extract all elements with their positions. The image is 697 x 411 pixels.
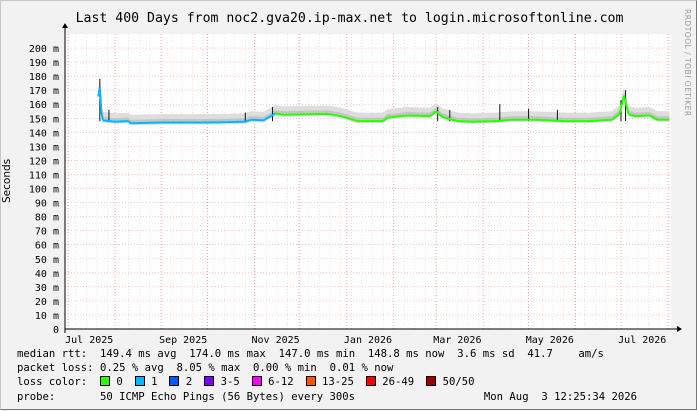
loss-color-value: 1 xyxy=(144,376,158,388)
loss-color-item: 13-25 xyxy=(305,376,354,388)
y-tick-label: 200 m xyxy=(29,44,59,55)
median-segment xyxy=(407,114,431,118)
median-segment xyxy=(251,118,264,122)
y-tick-label: 160 m xyxy=(29,100,59,111)
loss-color-swatch xyxy=(204,376,215,386)
packet-loss-avg: 0.25 % avg xyxy=(99,362,164,374)
loss-color-value: 26-49 xyxy=(375,376,415,388)
loss-color-swatch xyxy=(134,376,145,386)
x-tick-label: Jul 2025 xyxy=(65,335,113,346)
x-tick-label: Sep 2025 xyxy=(159,335,207,346)
y-tick-label: 170 m xyxy=(29,86,59,97)
y-tick-label: 40 m xyxy=(35,269,59,280)
median-rtt-min: 147.0 ms min xyxy=(278,348,356,360)
loss-color-legend: 0 1 2 3-5 6-12 13-25 26-49 50/50 xyxy=(99,376,487,388)
y-tick-label: 100 m xyxy=(29,185,59,196)
loss-color-swatch xyxy=(426,376,437,386)
median-segment xyxy=(127,120,131,124)
loss-color-item: 2 xyxy=(169,376,192,388)
loss-color-row: loss color: 0 1 2 3-5 6-12 13-25 26-49 5… xyxy=(17,376,486,389)
y-tick-label: 80 m xyxy=(35,213,59,224)
y-tick-label: 20 m xyxy=(35,297,59,308)
probe-description: 50 ICMP Echo Pings (56 Bytes) every 300s xyxy=(99,391,356,403)
y-tick-label: 130 m xyxy=(29,142,59,153)
loss-color-value: 0 xyxy=(109,376,123,388)
median-rtt-max: 174.0 ms max xyxy=(189,348,266,360)
loss-color-value: 6-12 xyxy=(261,376,294,388)
y-axis-arrow xyxy=(62,23,68,28)
packet-loss-row: packet loss: 0.25 % avg 8.05 % max 0.00 … xyxy=(17,362,393,375)
median-segment xyxy=(283,113,314,116)
y-tick-label: 120 m xyxy=(29,156,59,167)
median-segment xyxy=(457,120,473,123)
median-rtt-row: median rtt: 149.4 ms avg 174.0 ms max 14… xyxy=(17,348,604,361)
median-segment xyxy=(275,112,284,116)
loss-color-swatch xyxy=(99,376,110,386)
loss-color-value: 13-25 xyxy=(315,376,354,388)
loss-color-swatch xyxy=(365,376,376,386)
x-tick-label: Jul 2026 xyxy=(618,335,666,346)
median-segment xyxy=(472,120,497,123)
y-tick-label: 50 m xyxy=(35,255,59,266)
y-tick-label: 190 m xyxy=(29,58,59,69)
median-segment xyxy=(534,118,565,123)
median-rtt-sd: 3.6 ms sd xyxy=(457,348,515,360)
loss-color-item: 0 xyxy=(99,376,123,388)
y-tick-label: 90 m xyxy=(35,199,59,210)
median-segment xyxy=(496,118,513,123)
median-segment xyxy=(114,120,129,123)
median-segment xyxy=(634,114,650,118)
median-segment xyxy=(207,120,246,124)
median-rtt-label: median rtt: xyxy=(17,348,88,360)
loss-color-swatch xyxy=(169,376,180,386)
median-segment xyxy=(130,121,162,125)
loss-color-value: 2 xyxy=(179,376,193,388)
y-tick-label: 140 m xyxy=(29,128,59,139)
y-tick-label: 180 m xyxy=(29,72,59,83)
loss-color-item: 50/50 xyxy=(426,376,474,388)
y-tick-label: 10 m xyxy=(35,311,59,322)
probe-date: Mon Aug 3 12:25:34 2026 xyxy=(483,391,637,403)
x-tick-label: Mar 2026 xyxy=(433,335,481,346)
y-tick-label: 30 m xyxy=(35,283,59,294)
loss-color-item: 1 xyxy=(134,376,158,388)
loss-color-item: 6-12 xyxy=(251,376,294,388)
loss-color-item: 3-5 xyxy=(204,376,240,388)
x-tick-labels: Jul 2025 Sep 2025 Nov 2025 Jan 2026 Mar 2026… xyxy=(65,335,666,346)
y-tick-labels: 0 10 m 20 m 30 m 40 m 50 m 60 m 70 m 80 m 90 m 100… xyxy=(29,44,59,336)
packet-loss-min: 0.00 % min xyxy=(253,362,317,374)
graph-frame: Last 400 Days from noc2.gva20.ip-max.net… xyxy=(0,0,697,410)
plot-area xyxy=(65,34,671,329)
loss-color-label: loss color: xyxy=(17,376,88,388)
median-rtt-ams: 41.7 am/s xyxy=(527,348,604,360)
loss-color-item: 26-49 xyxy=(365,376,415,388)
probe-label: probe: xyxy=(17,391,56,403)
x-tick-label: Jan 2026 xyxy=(344,335,392,346)
y-tick-label: 150 m xyxy=(29,114,59,125)
loss-color-value: 3-5 xyxy=(214,376,240,388)
packet-loss-label: packet loss: xyxy=(17,362,94,374)
loss-color-swatch xyxy=(251,376,262,386)
x-tick-label: May 2026 xyxy=(526,335,574,346)
x-axis-arrow xyxy=(677,326,682,332)
loss-color-swatch xyxy=(305,376,316,386)
median-rtt-now: 148.8 ms now xyxy=(367,348,445,360)
y-tick-label: 60 m xyxy=(35,241,59,252)
packet-loss-max: 8.05 % max xyxy=(176,362,241,374)
median-rtt-avg: 149.4 ms avg xyxy=(99,348,177,360)
y-tick-label: 70 m xyxy=(35,227,59,238)
y-tick-label: 0 xyxy=(53,325,59,336)
packet-loss-now: 0.01 % now xyxy=(329,362,394,374)
median-segment xyxy=(102,119,116,123)
loss-color-value: 50/50 xyxy=(436,376,475,388)
y-tick-label: 110 m xyxy=(29,170,59,181)
median-segment xyxy=(589,118,612,123)
x-tick-label: Nov 2025 xyxy=(251,335,299,346)
probe-row: probe: 50 ICMP Echo Pings (56 Bytes) eve… xyxy=(17,391,667,404)
